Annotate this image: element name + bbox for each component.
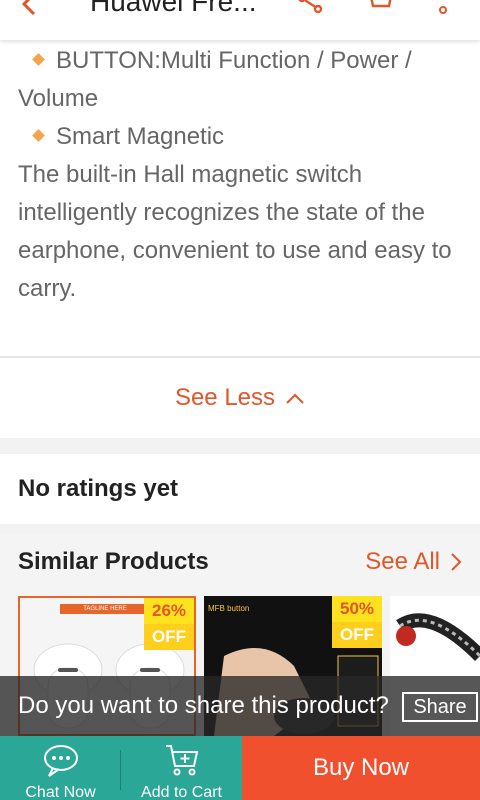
ratings-status: No ratings yet bbox=[18, 475, 179, 502]
product-description: BUTTON:Multi Function / Power / Volume S… bbox=[18, 42, 468, 308]
see-all-button[interactable]: See All bbox=[365, 548, 462, 576]
discount-badge: 26% OFF bbox=[144, 598, 194, 650]
feature-text: BUTTON:Multi Function / Power / Volume bbox=[18, 47, 412, 112]
cart-icon[interactable] bbox=[364, 0, 394, 16]
discount-percent: 26% bbox=[151, 601, 187, 620]
discount-off: OFF bbox=[144, 624, 194, 650]
back-icon[interactable] bbox=[14, 0, 44, 18]
share-prompt-text: Do you want to share this product? bbox=[18, 692, 389, 719]
add-to-cart-label: Add to Cart bbox=[141, 784, 222, 800]
see-less-button[interactable]: See Less bbox=[0, 358, 480, 438]
section-gap bbox=[0, 438, 480, 454]
bottom-action-bar: Chat Now Add to Cart Buy Now bbox=[0, 736, 480, 800]
share-button[interactable]: Share bbox=[402, 692, 478, 722]
add-to-cart-button[interactable]: Add to Cart bbox=[121, 736, 242, 800]
description-paragraph: The built-in Hall magnetic switch intell… bbox=[18, 161, 452, 302]
chevron-up-icon bbox=[286, 393, 304, 404]
discount-badge: 50% OFF bbox=[332, 596, 382, 648]
page-title: Huawei Fre... bbox=[90, 0, 257, 17]
share-prompt-banner: Do you want to share this product? Share bbox=[0, 676, 480, 736]
top-bar: Huawei Fre... bbox=[0, 0, 480, 40]
bullet-diamond-icon bbox=[32, 129, 45, 143]
share-icon[interactable] bbox=[296, 0, 326, 16]
discount-off: OFF bbox=[332, 622, 382, 648]
add-cart-icon bbox=[165, 745, 198, 776]
section-title: Similar Products bbox=[18, 548, 209, 575]
feature-bullet: Smart Magnetic bbox=[18, 118, 468, 156]
see-all-label: See All bbox=[365, 548, 440, 575]
chat-now-button[interactable]: Chat Now bbox=[0, 736, 121, 800]
buy-now-button[interactable]: Buy Now bbox=[242, 736, 480, 800]
feature-bullet: BUTTON:Multi Function / Power / Volume bbox=[18, 42, 468, 118]
chat-now-label: Chat Now bbox=[25, 784, 96, 800]
bullet-diamond-icon bbox=[32, 53, 45, 67]
section-gap bbox=[0, 524, 480, 534]
see-less-label: See Less bbox=[174, 384, 276, 411]
feature-text: Smart Magnetic bbox=[56, 123, 225, 150]
more-icon[interactable] bbox=[436, 0, 450, 16]
chevron-right-icon bbox=[451, 553, 462, 571]
chat-bubble-icon bbox=[43, 745, 78, 777]
discount-percent: 50% bbox=[339, 599, 375, 618]
